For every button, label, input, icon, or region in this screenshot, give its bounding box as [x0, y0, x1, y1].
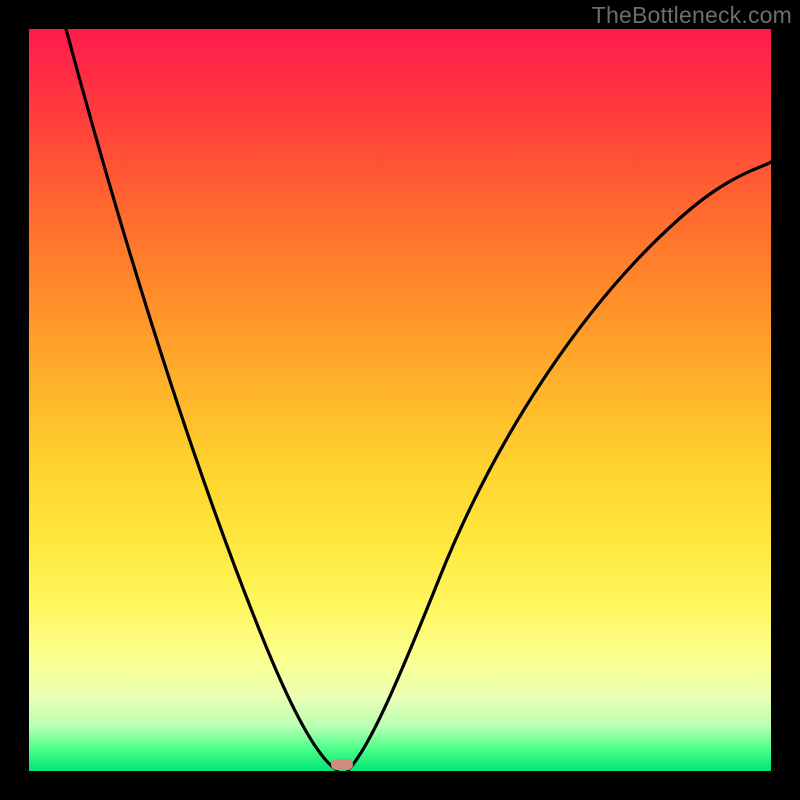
minimum-marker — [331, 759, 353, 770]
chart-plot-area — [29, 29, 771, 771]
curve-left-branch — [66, 29, 337, 770]
watermark-text: TheBottleneck.com — [592, 2, 792, 29]
curve-right-branch — [348, 162, 771, 770]
bottleneck-curve — [29, 29, 771, 771]
